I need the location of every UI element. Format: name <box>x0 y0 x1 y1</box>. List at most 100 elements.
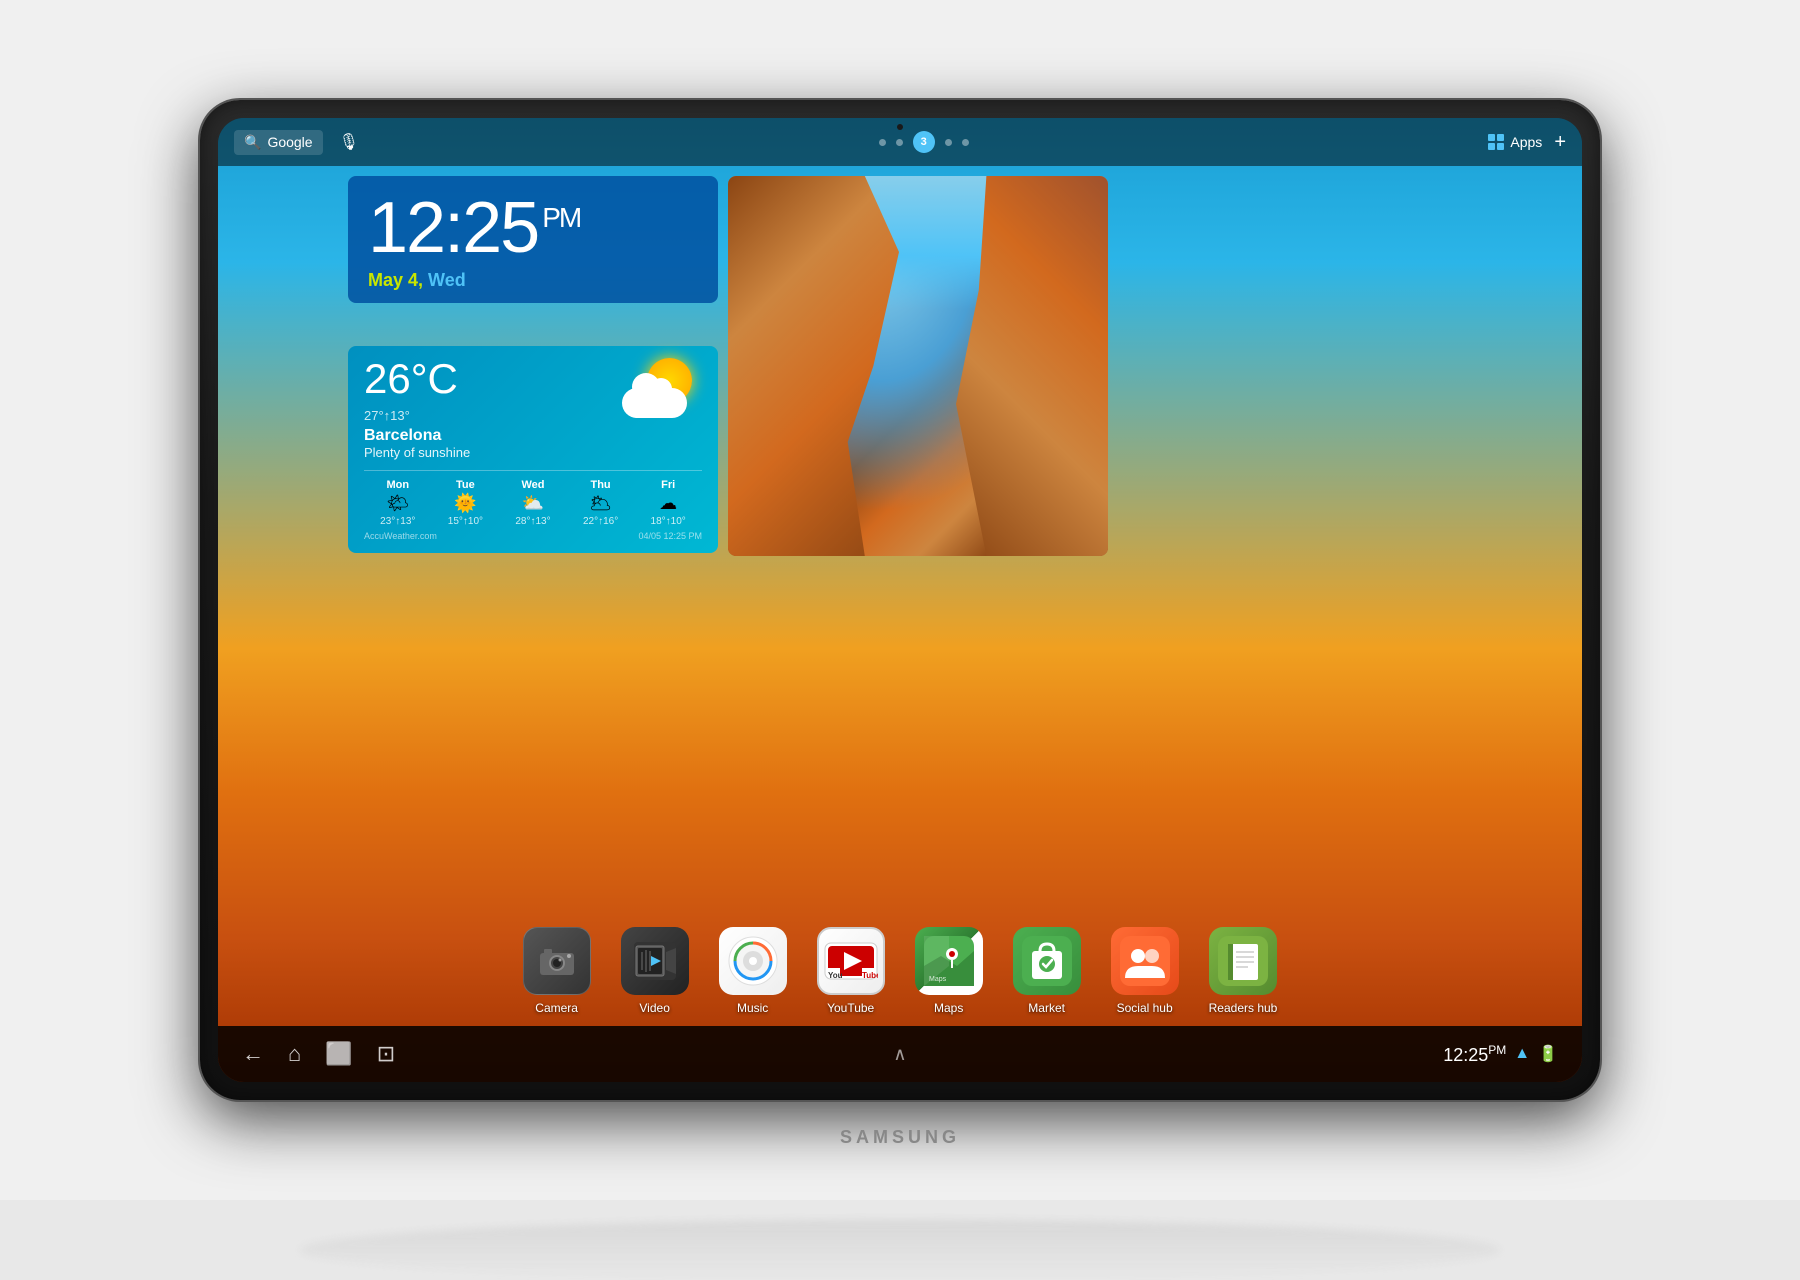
forecast-tue: Tue 🌞 15°↑10° <box>432 479 500 527</box>
social-hub-label: Social hub <box>1117 1001 1173 1015</box>
app-readers-hub[interactable]: Readers hub <box>1209 927 1278 1015</box>
screenshot-button[interactable]: ⊡ <box>377 1041 395 1067</box>
forecast-mon-temps: 23°↑13° <box>364 516 432 527</box>
video-label: Video <box>639 1001 669 1015</box>
nav-bar: ← ⌂ ⬜ ⊡ ∧ 12:25PM ▲ 🔋 <box>218 1026 1582 1082</box>
tablet-outer: 🔍 Google 🎙 3 <box>200 100 1600 1100</box>
widgets-area: 12:25PM May 4, Wed 26°C 27°↑13° <box>218 166 1582 962</box>
forecast-tue-temps: 15°↑10° <box>432 516 500 527</box>
clock-widget[interactable]: 12:25PM May 4, Wed <box>348 176 718 303</box>
weather-description: Plenty of sunshine <box>364 445 702 460</box>
screen: 🔍 Google 🎙 3 <box>218 118 1582 1082</box>
app-market[interactable]: Market <box>1013 927 1081 1015</box>
page-wrapper: 🔍 Google 🎙 3 <box>0 0 1800 1200</box>
weather-temperature: 26°C <box>364 358 458 400</box>
dot-1 <box>879 139 886 146</box>
weather-main: 26°C 27°↑13° <box>364 358 702 423</box>
forecast-tue-icon: 🌞 <box>432 493 500 514</box>
youtube-label: YouTube <box>827 1001 874 1015</box>
app-dock: Camera <box>218 916 1582 1026</box>
canyon-photo <box>728 176 1108 556</box>
clock-weekday: Wed <box>428 270 466 290</box>
forecast-mon-name: Mon <box>364 479 432 491</box>
forecast-mon-icon: 🌤 <box>364 493 432 514</box>
forecast-wed-temps: 28°↑13° <box>499 516 567 527</box>
cloud-shape <box>622 388 687 418</box>
app-music[interactable]: Music <box>719 927 787 1015</box>
clock-date: May 4, Wed <box>368 270 698 291</box>
app-social-hub[interactable]: Social hub <box>1111 927 1179 1015</box>
search-bar[interactable]: 🔍 Google <box>234 130 323 155</box>
clock-time-display: 12:25PM <box>368 192 698 264</box>
weather-widget[interactable]: 26°C 27°↑13° Barcelona Plenty of sunshin… <box>348 346 718 553</box>
svg-text:You: You <box>828 971 843 980</box>
forecast-fri-icon: ☁ <box>634 493 702 514</box>
clock-period: PM <box>542 202 580 233</box>
dot-4 <box>945 139 952 146</box>
nav-period: PM <box>1488 1043 1506 1057</box>
nav-time-display: 12:25PM <box>1443 1043 1506 1066</box>
weather-timestamp: 04/05 12:25 PM <box>638 531 702 541</box>
svg-text:Tube: Tube <box>862 971 878 980</box>
forecast-tue-name: Tue <box>432 479 500 491</box>
forecast-fri-temps: 18°↑10° <box>634 516 702 527</box>
top-bar-dots: 3 <box>359 131 1488 153</box>
tablet-reflection <box>300 1220 1500 1280</box>
svg-text:Maps: Maps <box>929 976 947 983</box>
weather-hi-lo: 27°↑13° <box>364 408 458 423</box>
nav-right: 12:25PM ▲ 🔋 <box>1119 1043 1558 1066</box>
camera-icon-img <box>523 927 591 995</box>
nav-left: ← ⌂ ⬜ ⊡ <box>242 1041 681 1067</box>
weather-sun-icon <box>622 358 702 418</box>
top-bar: 🔍 Google 🎙 3 <box>218 118 1582 166</box>
app-youtube[interactable]: You Tube YouTube <box>817 927 885 1015</box>
battery-icon: 🔋 <box>1538 1044 1558 1064</box>
dot-5 <box>962 139 969 146</box>
samsung-logo: SAMSUNG <box>840 1127 960 1148</box>
google-label: Google <box>267 134 312 150</box>
social-hub-icon-img <box>1111 927 1179 995</box>
scroll-up-icon: ∧ <box>893 1044 906 1065</box>
forecast-wed-icon: ⛅ <box>499 493 567 514</box>
dot-2 <box>896 139 903 146</box>
mic-icon[interactable]: 🎙 <box>339 132 359 152</box>
top-bar-right: Apps + <box>1488 131 1566 154</box>
apps-button[interactable]: Apps <box>1488 134 1542 150</box>
tablet-inner: 🔍 Google 🎙 3 <box>218 118 1582 1082</box>
readers-hub-icon-img <box>1209 927 1277 995</box>
weather-forecast: Mon 🌤 23°↑13° Tue 🌞 15°↑10° Wed <box>364 470 702 527</box>
weather-city: Barcelona <box>364 427 702 445</box>
readers-hub-label: Readers hub <box>1209 1001 1278 1015</box>
recent-apps-button[interactable]: ⬜ <box>325 1041 352 1067</box>
forecast-thu-temps: 22°↑16° <box>567 516 635 527</box>
music-label: Music <box>737 1001 768 1015</box>
apps-label: Apps <box>1510 134 1542 150</box>
clock-time-value: 12:25 <box>368 188 538 268</box>
forecast-mon: Mon 🌤 23°↑13° <box>364 479 432 527</box>
app-camera[interactable]: Camera <box>523 927 591 1015</box>
nav-time-value: 12:25 <box>1443 1045 1488 1065</box>
forecast-thu-name: Thu <box>567 479 635 491</box>
forecast-fri: Fri ☁ 18°↑10° <box>634 479 702 527</box>
youtube-icon-img: You Tube <box>817 927 885 995</box>
app-maps[interactable]: Maps Maps <box>915 927 983 1015</box>
nav-center: ∧ <box>681 1044 1120 1065</box>
weather-footer: AccuWeather.com 04/05 12:25 PM <box>364 531 702 541</box>
music-icon-img <box>719 927 787 995</box>
photo-widget[interactable] <box>728 176 1108 556</box>
back-button[interactable]: ← <box>242 1041 264 1067</box>
forecast-fri-name: Fri <box>634 479 702 491</box>
home-button[interactable]: ⌂ <box>288 1041 301 1067</box>
wifi-icon: ▲ <box>1514 1045 1530 1063</box>
add-widget-button[interactable]: + <box>1554 131 1566 154</box>
forecast-thu: Thu 🌥 22°↑16° <box>567 479 635 527</box>
market-icon-img <box>1013 927 1081 995</box>
dot-3-active[interactable]: 3 <box>913 131 935 153</box>
camera-label: Camera <box>535 1001 578 1015</box>
app-video[interactable]: Video <box>621 927 689 1015</box>
accuweather-credit: AccuWeather.com <box>364 531 437 541</box>
video-icon-img <box>621 927 689 995</box>
forecast-wed: Wed ⛅ 28°↑13° <box>499 479 567 527</box>
maps-label: Maps <box>934 1001 963 1015</box>
search-icon: 🔍 <box>244 134 261 151</box>
